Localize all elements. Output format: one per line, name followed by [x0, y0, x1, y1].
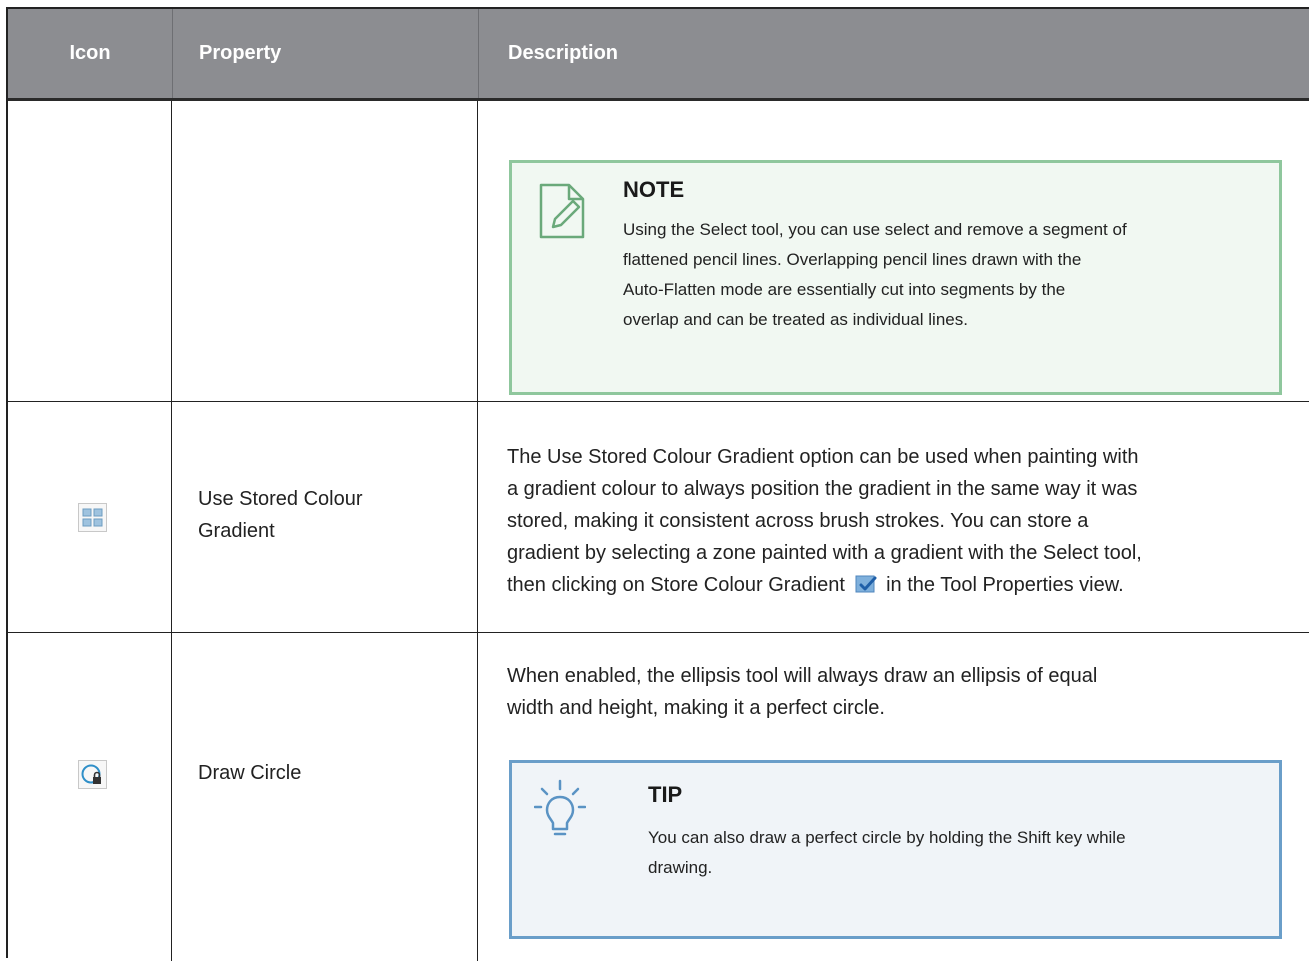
- property-line: Gradient: [198, 520, 275, 542]
- header-property: Property: [199, 42, 282, 64]
- note-body: Using the Select tool, you can use selec…: [623, 215, 1268, 335]
- header-icon: Icon: [69, 42, 111, 64]
- tip-title: TIP: [648, 782, 683, 807]
- description-line: When enabled, the ellipsis tool will alw…: [507, 665, 1098, 687]
- table-header: Icon Property Description: [8, 9, 1309, 101]
- description: When enabled, the ellipsis tool will alw…: [507, 660, 1297, 724]
- tip-line: drawing.: [648, 858, 713, 877]
- tip-line: You can also draw a perfect circle by ho…: [648, 828, 1126, 847]
- note-box: NOTE Using the Select tool, you can use …: [509, 160, 1282, 395]
- description-line: then clicking on Store Colour Gradient i…: [507, 569, 1297, 601]
- description-line: width and height, making it a perfect ci…: [507, 697, 885, 719]
- note-line: Auto-Flatten mode are essentially cut in…: [623, 280, 1066, 299]
- description-line: a gradient colour to always position the…: [507, 478, 1138, 500]
- description-text: in the Tool Properties view.: [886, 574, 1124, 596]
- description-line: stored, making it consistent across brus…: [507, 510, 1089, 532]
- stored-colour-gradient-icon: [78, 503, 107, 532]
- tip-box: TIP You can also draw a perfect circle b…: [509, 760, 1282, 939]
- note-line: flattened pencil lines. Overlapping penc…: [623, 250, 1082, 269]
- property-table: Icon Property Description NOTE Using the…: [6, 7, 1309, 961]
- lightbulb-icon: [534, 779, 586, 836]
- property-line: Use Stored Colour: [198, 488, 363, 510]
- note-title: NOTE: [623, 177, 685, 202]
- column-divider: [477, 101, 478, 961]
- header-description: Description: [508, 42, 619, 64]
- description-text: then clicking on Store Colour Gradient: [507, 574, 845, 596]
- header-separator: [172, 9, 173, 98]
- row-separator: [8, 401, 1309, 402]
- property-name: Use Stored Colour Gradient: [198, 483, 458, 547]
- column-divider: [171, 101, 172, 961]
- description: The Use Stored Colour Gradient option ca…: [507, 441, 1297, 601]
- note-line: Using the Select tool, you can use selec…: [623, 220, 1127, 239]
- header-separator: [478, 9, 479, 98]
- description-line: gradient by selecting a zone painted wit…: [507, 542, 1142, 564]
- tip-body: You can also draw a perfect circle by ho…: [648, 823, 1268, 883]
- store-colour-gradient-icon: [855, 575, 877, 593]
- note-line: overlap and can be treated as individual…: [623, 310, 968, 329]
- description-line: The Use Stored Colour Gradient option ca…: [507, 446, 1139, 468]
- draw-circle-icon: [78, 760, 107, 789]
- property-name: Draw Circle: [198, 762, 302, 784]
- row-separator: [8, 632, 1309, 633]
- note-pencil-icon: [539, 183, 585, 239]
